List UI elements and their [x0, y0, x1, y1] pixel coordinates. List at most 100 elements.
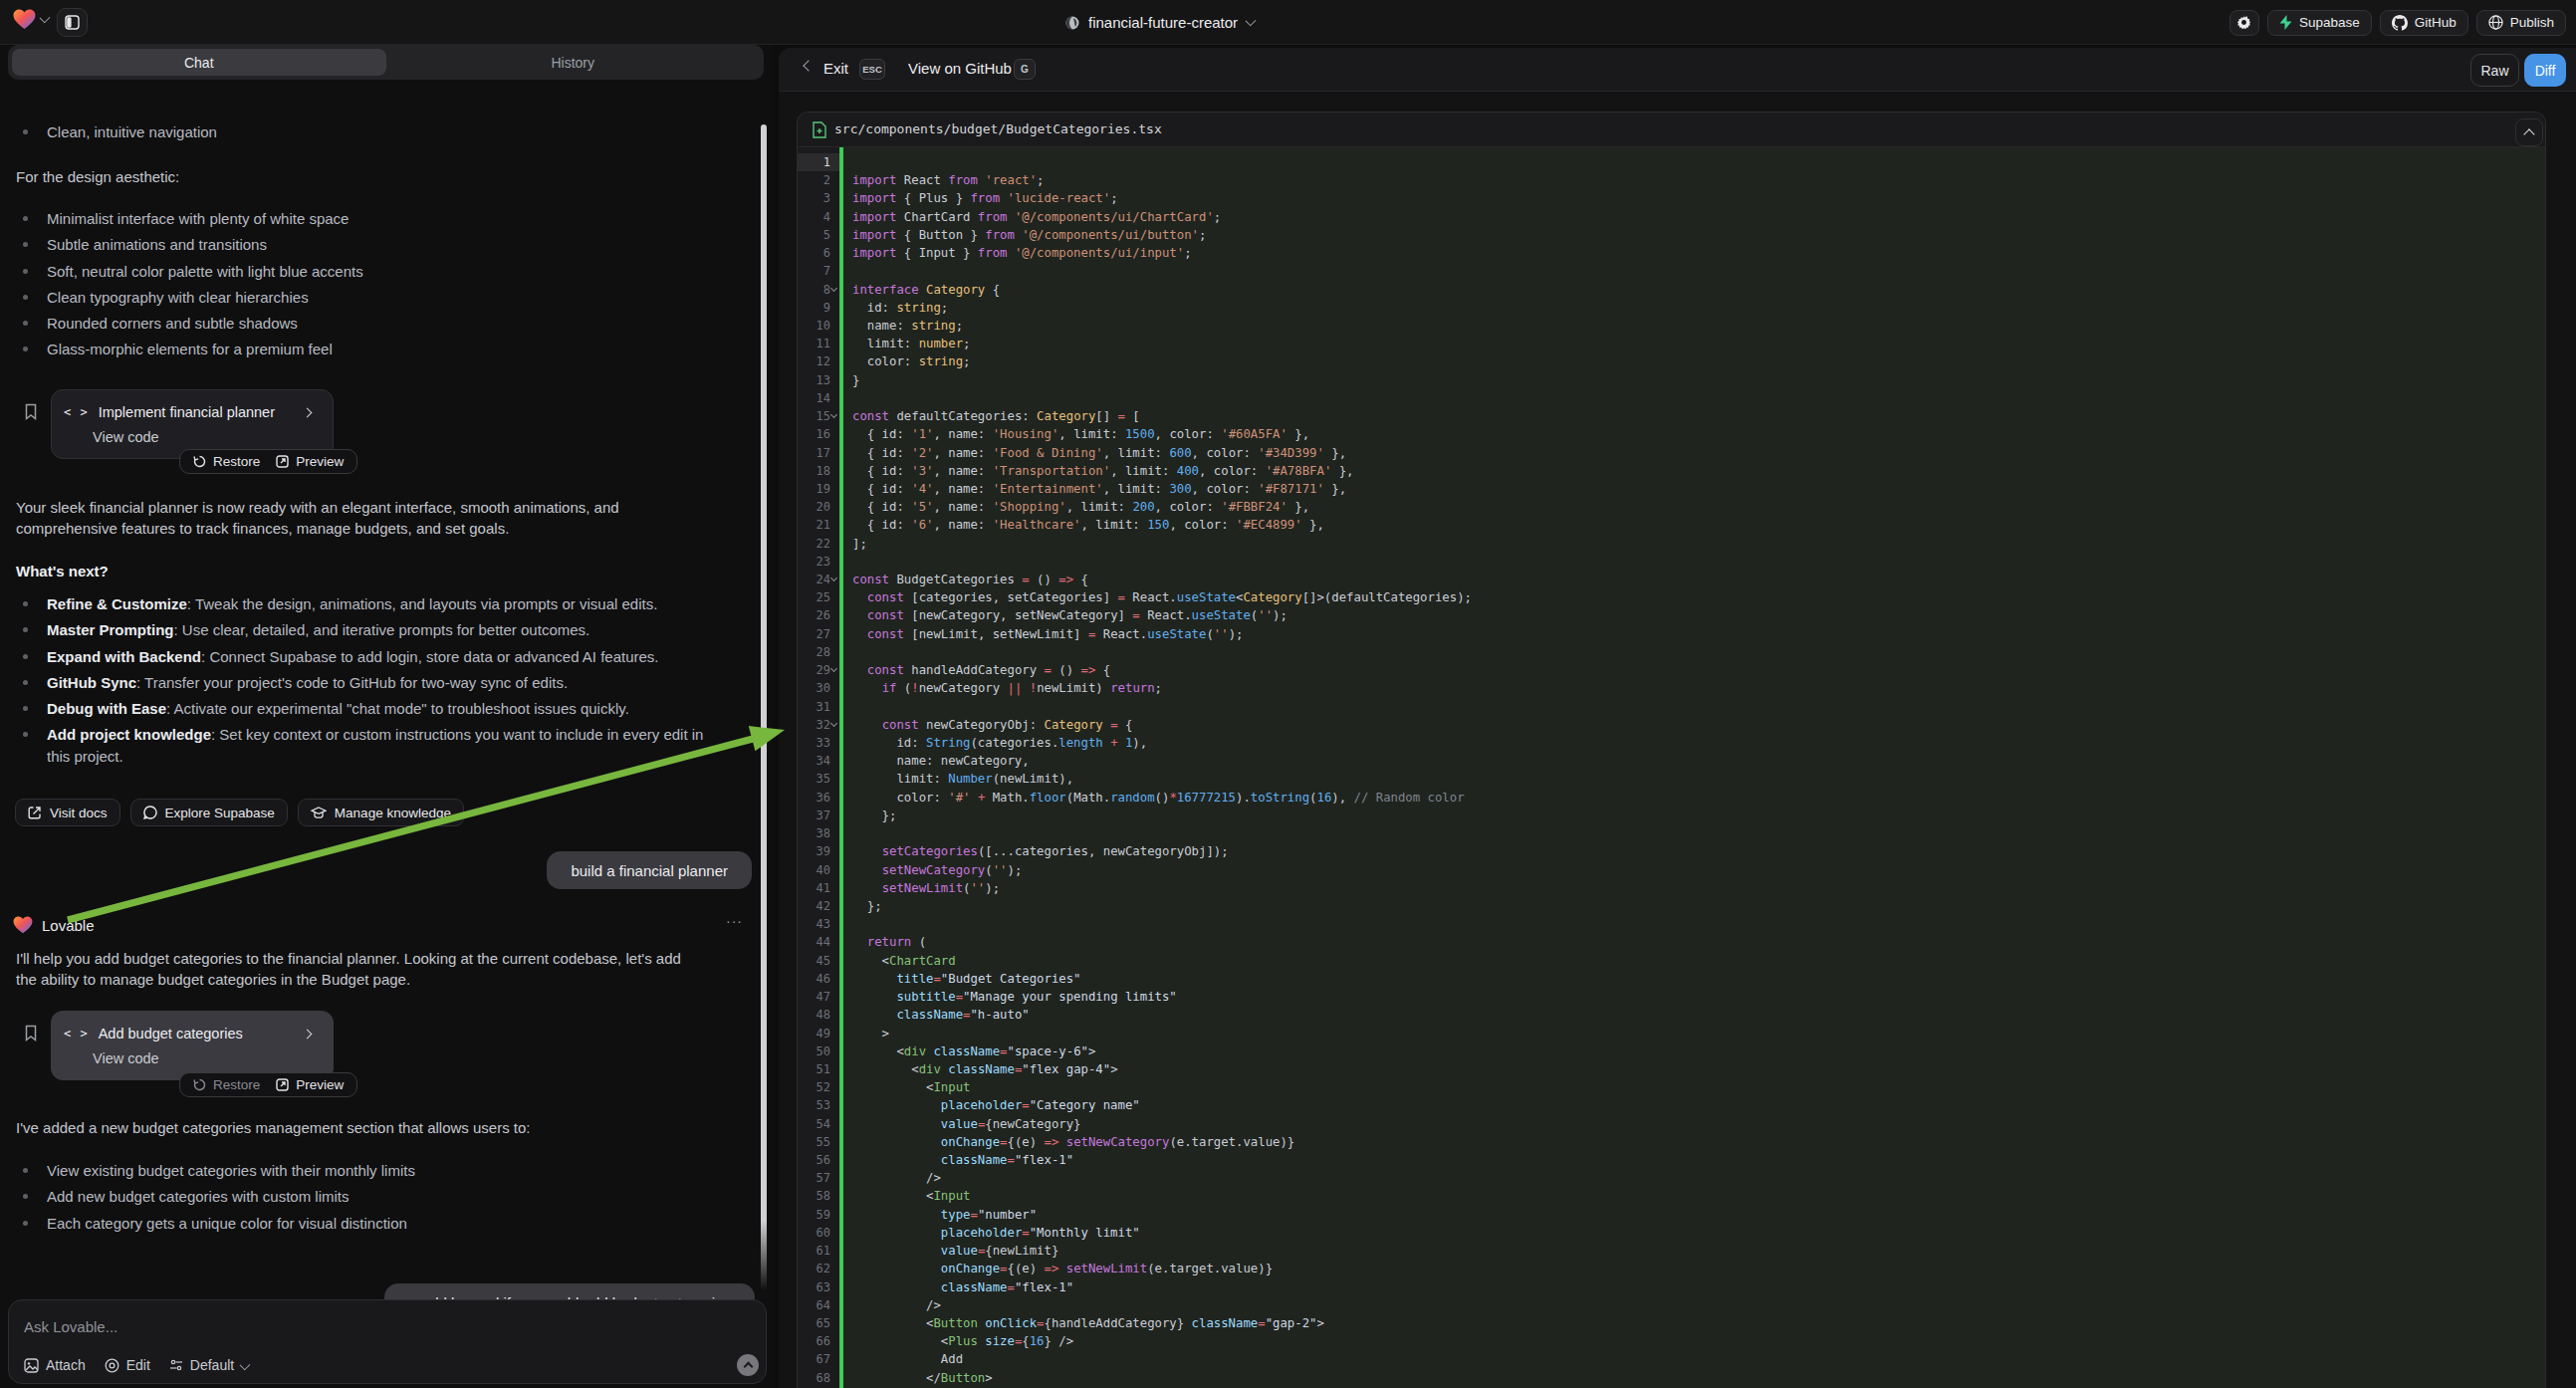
- project-title[interactable]: financial-future-creator: [1088, 14, 1238, 31]
- code-line: 7: [798, 262, 2545, 280]
- tab-chat[interactable]: Chat: [12, 49, 386, 76]
- list-item: Subtle animations and transitions: [16, 234, 759, 255]
- restore-button[interactable]: Restore: [193, 1077, 260, 1092]
- back-chevron-icon[interactable]: [803, 60, 814, 71]
- project-menu-chevron-icon[interactable]: [1246, 15, 1257, 26]
- toggle-sidebar-button[interactable]: [57, 8, 88, 37]
- restore-button[interactable]: Restore: [193, 454, 260, 469]
- code-line: 9 id: string;: [798, 299, 2545, 317]
- card-title: Implement financial planner: [99, 404, 275, 420]
- code-line: 54 value={newCategory}: [798, 1115, 2545, 1133]
- code-line: 17 { id: '2', name: 'Food & Dining', lim…: [798, 444, 2545, 462]
- code-line: 6import { Input } from '@/components/ui/…: [798, 244, 2545, 262]
- code-line: 34 name: newCategory,: [798, 752, 2545, 770]
- file-card-header[interactable]: src/components/budget/BudgetCategories.t…: [798, 113, 2545, 147]
- chat-text: I've added a new budget categories manag…: [16, 1117, 759, 1138]
- code-line: 43: [798, 915, 2545, 933]
- code-line: 29 const handleAddCategory = () => {: [798, 661, 2545, 679]
- code-line: 63 className="flex-1": [798, 1278, 2545, 1296]
- chat-message-list: Clean, intuitive navigationFor the desig…: [0, 45, 773, 1388]
- chat-text: Your sleek financial planner is now read…: [16, 497, 759, 540]
- code-line: 46 title="Budget Categories": [798, 970, 2545, 988]
- chat-scrollbar[interactable]: [761, 124, 767, 1290]
- code-line: 21 { id: '6', name: 'Healthcare', limit:…: [798, 516, 2545, 534]
- code-line: 47 subtitle="Manage your spending limits…: [798, 988, 2545, 1006]
- github-button[interactable]: GitHub: [2380, 10, 2468, 36]
- chat-panel: Clean, intuitive navigationFor the desig…: [0, 45, 773, 1388]
- settings-button[interactable]: [2229, 10, 2259, 36]
- code-line: 49 >: [798, 1025, 2545, 1042]
- gear-icon: [2236, 15, 2251, 30]
- publish-button[interactable]: Publish: [2476, 10, 2566, 36]
- view-on-github-link[interactable]: View on GitHub: [908, 60, 1012, 77]
- code-line: 48 className="h-auto": [798, 1006, 2545, 1024]
- sliders-icon: [169, 1358, 183, 1372]
- view-code-link[interactable]: View code: [93, 429, 159, 445]
- action-manage-knowledge[interactable]: Manage knowledge: [298, 799, 464, 826]
- list-item: Refine & Customize: Tweak the design, an…: [16, 593, 759, 614]
- preview-button[interactable]: Preview: [276, 454, 344, 469]
- bookmark-icon[interactable]: [25, 403, 37, 424]
- preview-button[interactable]: Preview: [276, 1077, 344, 1092]
- code-line: 5import { Button } from '@/components/ui…: [798, 226, 2545, 244]
- code-line: 16 { id: '1', name: 'Housing', limit: 15…: [798, 425, 2545, 443]
- code-line: 1: [798, 153, 2545, 171]
- edit-icon: [105, 1358, 119, 1373]
- chat-input[interactable]: Ask Lovable... Attach Edit: [8, 1299, 767, 1384]
- g-key-badge: G: [1014, 59, 1036, 80]
- attach-button[interactable]: Attach: [24, 1357, 86, 1373]
- list-item: Minimalist interface with plenty of whit…: [16, 208, 759, 229]
- chevron-right-icon: [303, 407, 313, 417]
- tab-history[interactable]: History: [386, 49, 761, 76]
- list-item: Expand with Backend: Connect Supabase to…: [16, 646, 759, 667]
- file-path: src/components/budget/BudgetCategories.t…: [834, 121, 1162, 136]
- diff-toggle-button[interactable]: Diff: [2524, 54, 2566, 87]
- code-line: 2import React from 'react';: [798, 171, 2545, 189]
- topbar: financial-future-creator Supabase GitHub: [0, 0, 2576, 45]
- list-item: Clean typography with clear hierarchies: [16, 287, 759, 308]
- view-code-link[interactable]: View code: [93, 1050, 159, 1066]
- code-line: 14: [798, 389, 2545, 407]
- code-line: 41 setNewLimit('');: [798, 879, 2545, 897]
- code-line: 31: [798, 698, 2545, 716]
- code-line: 19 { id: '4', name: 'Entertainment', lim…: [798, 480, 2545, 498]
- bookmark-icon[interactable]: [25, 1025, 37, 1045]
- code-line: 55 onChange={(e) => setNewCategory(e.tar…: [798, 1133, 2545, 1151]
- action-explore-supabase[interactable]: Explore Supabase: [130, 799, 288, 826]
- code-line: 23: [798, 553, 2545, 571]
- message-menu-button[interactable]: ···: [726, 913, 743, 929]
- code-line: 10 name: string;: [798, 317, 2545, 335]
- code-area: 12import React from 'react';3import { Pl…: [798, 147, 2545, 1388]
- supabase-button[interactable]: Supabase: [2267, 10, 2372, 36]
- code-line: 38: [798, 824, 2545, 842]
- logo-menu-chevron-icon[interactable]: [40, 12, 51, 23]
- code-change-card[interactable]: < >Add budget categories View code: [51, 1011, 334, 1080]
- chat-bullet-list: View existing budget categories with the…: [16, 1160, 759, 1239]
- file-added-icon: [813, 121, 826, 138]
- list-item: Add new budget categories with custom li…: [16, 1186, 759, 1207]
- card-actions-pill: Restore Preview: [179, 1072, 357, 1097]
- lovable-logo-icon[interactable]: [13, 9, 36, 30]
- code-line: 18 { id: '3', name: 'Transportation', li…: [798, 462, 2545, 480]
- raw-toggle-button[interactable]: Raw: [2470, 54, 2519, 87]
- exit-button[interactable]: Exit: [823, 60, 848, 77]
- code-line: 3import { Plus } from 'lucide-react';: [798, 189, 2545, 207]
- code-viewer-panel: Exit ESC View on GitHub G Raw Diff src/c…: [779, 48, 2576, 1388]
- code-line: 20 { id: '5', name: 'Shopping', limit: 2…: [798, 498, 2545, 516]
- supabase-icon: [2279, 15, 2292, 30]
- chat-text: For the design aesthetic:: [16, 166, 759, 187]
- code-line: 65 <Button onClick={handleAddCategory} c…: [798, 1314, 2545, 1332]
- list-item: Add project knowledge: Set key context o…: [16, 724, 759, 767]
- code-brackets-icon: < >: [64, 1027, 89, 1041]
- code-line: 66 <Plus size={16} />: [798, 1332, 2545, 1350]
- collapse-file-button[interactable]: [2515, 118, 2543, 146]
- code-line: 59 type="number": [798, 1206, 2545, 1224]
- card-title-row: < >Implement financial planner: [64, 401, 323, 423]
- card-title-row: < >Add budget categories: [64, 1023, 323, 1044]
- send-button[interactable]: [737, 1354, 759, 1376]
- code-line: 28: [798, 643, 2545, 661]
- edit-button[interactable]: Edit: [105, 1357, 150, 1373]
- mode-select[interactable]: Default: [169, 1357, 249, 1373]
- action-visit-docs[interactable]: Visit docs: [15, 799, 120, 826]
- code-line: 26 const [newCategory, setNewCategory] =…: [798, 606, 2545, 624]
